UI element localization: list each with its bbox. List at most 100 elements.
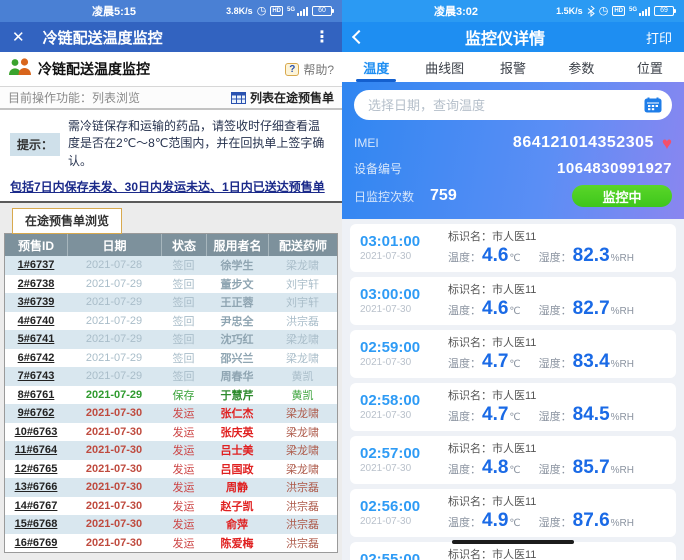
imei-value: 864121014352305 [513, 134, 654, 152]
row-status: 签回 [161, 349, 206, 368]
row-pharmacist-name: 洪宗磊 [268, 534, 337, 553]
right-title-bar: 监控仪详情 打印 [342, 22, 684, 52]
table-row: 15#6768 2021-07-30 发运 俞萍 洪宗磊 [5, 515, 337, 534]
reading-values-block: 标识名：市人医11 温度： 4.9 ℃ 湿度： 87.6 %RH [448, 493, 666, 532]
table-row: 8#6761 2021-07-29 保存 于慧芹 黄凯 [5, 386, 337, 405]
reading-time-block: 02:59:00 2021-07-30 [360, 339, 448, 368]
reading-card[interactable]: 02:58:00 2021-07-30 标识名：市人医11 温度： 4.7 ℃ … [350, 383, 676, 431]
presale-id-link[interactable]: 13#6766 [5, 478, 67, 497]
presale-id-link[interactable]: 11#6764 [5, 441, 67, 460]
row-pharmacist-name: 洪宗磊 [268, 312, 337, 331]
monitoring-status-button[interactable]: 监控中 [572, 185, 672, 207]
date-search-input[interactable] [368, 98, 644, 113]
help-label: 帮助? [303, 61, 334, 78]
presale-id-link[interactable]: 8#6761 [5, 386, 67, 405]
help-button[interactable]: ? 帮助? [285, 61, 334, 78]
home-indicator[interactable] [452, 540, 574, 544]
row-patient-name: 陈爱梅 [206, 534, 268, 553]
row-date: 2021-07-30 [67, 441, 161, 460]
temperature-unit: ℃ [509, 412, 520, 423]
presale-id-link[interactable]: 16#6769 [5, 534, 67, 553]
temperature-label: 温度： [448, 514, 481, 530]
reading-time: 02:59:00 [360, 339, 448, 356]
humidity-unit: %RH [611, 412, 634, 423]
row-patient-name: 吕国政 [206, 460, 268, 479]
row-patient-name: 张庆英 [206, 423, 268, 442]
row-pharmacist-name: 梁龙啸 [268, 330, 337, 349]
tab-item[interactable]: 温度 [342, 52, 410, 82]
tab-item[interactable]: 参数 [547, 52, 615, 82]
row-status: 发运 [161, 534, 206, 553]
presale-id-link[interactable]: 1#6737 [5, 256, 67, 275]
presale-id-link[interactable]: 10#6763 [5, 423, 67, 442]
reading-time: 03:01:00 [360, 233, 448, 250]
temperature-label: 温度： [448, 302, 481, 318]
reading-values-block: 标识名：市人医11 温度： 4.7 ℃ 湿度： 84.5 %RH [448, 387, 666, 426]
reading-card[interactable]: 02:59:00 2021-07-30 标识名：市人医11 温度： 4.7 ℃ … [350, 330, 676, 378]
tab-in-transit-presale-browse[interactable]: 在途预售单浏览 [12, 208, 122, 234]
row-patient-name: 于慧芹 [206, 386, 268, 405]
reading-card[interactable]: 02:57:00 2021-07-30 标识名：市人医11 温度： 4.8 ℃ … [350, 436, 676, 484]
tab-item[interactable]: 报警 [479, 52, 547, 82]
row-pharmacist-name: 洪宗磊 [268, 478, 337, 497]
presale-id-link[interactable]: 3#6739 [5, 293, 67, 312]
overflow-menu-icon[interactable]: ⋮ [314, 27, 330, 47]
row-status: 发运 [161, 423, 206, 442]
date-search-bar[interactable] [354, 90, 672, 120]
row-patient-name: 俞萍 [206, 515, 268, 534]
table-row: 11#6764 2021-07-30 发运 吕士美 梁龙啸 [5, 441, 337, 460]
tab-label: 报警 [500, 58, 526, 77]
reading-tag-name: 标识名：市人医11 [448, 387, 666, 403]
reading-card[interactable]: 03:00:00 2021-07-30 标识名：市人医11 温度： 4.6 ℃ … [350, 277, 676, 325]
presale-id-link[interactable]: 7#6743 [5, 367, 67, 386]
tab-label: 温度 [363, 58, 389, 77]
list-in-transit-button[interactable]: 列表在途预售单 [231, 89, 334, 106]
presale-id-link[interactable]: 9#6762 [5, 404, 67, 423]
reading-card[interactable]: 02:56:00 2021-07-30 标识名：市人医11 温度： 4.9 ℃ … [350, 489, 676, 537]
row-status: 发运 [161, 441, 206, 460]
tab-item[interactable]: 曲线图 [410, 52, 478, 82]
presale-id-link[interactable]: 15#6768 [5, 515, 67, 534]
right-phone-monitor-detail: 凌晨3:02 1.5K/s ◷ HD 5G 69 监控仪详情 打印 温度 [342, 0, 684, 560]
humidity-unit: %RH [611, 253, 634, 264]
row-patient-name: 周静 [206, 478, 268, 497]
reading-date: 2021-07-30 [360, 357, 448, 368]
presale-id-link[interactable]: 12#6765 [5, 460, 67, 479]
print-button[interactable]: 打印 [646, 28, 672, 47]
reading-time-block: 03:01:00 2021-07-30 [360, 233, 448, 262]
presale-id-link[interactable]: 2#6738 [5, 275, 67, 294]
presale-id-link[interactable]: 5#6741 [5, 330, 67, 349]
row-date: 2021-07-30 [67, 534, 161, 553]
row-pharmacist-name: 黄凯 [268, 367, 337, 386]
reading-card[interactable]: 02:55:00 2021-07-30 标识名：市人医11 温度： 5.0 ℃ … [350, 542, 676, 560]
presale-id-link[interactable]: 6#6742 [5, 349, 67, 368]
heart-favorite-icon[interactable]: ♥ [662, 135, 672, 152]
humidity-label: 湿度： [539, 302, 572, 318]
humidity-unit: %RH [611, 465, 634, 476]
reading-tag-name: 标识名：市人医11 [448, 546, 666, 560]
presale-id-link[interactable]: 14#6767 [5, 497, 67, 516]
row-status: 发运 [161, 497, 206, 516]
temperature-label: 温度： [448, 355, 481, 371]
scope-link[interactable]: 包括7日内保存未发、30日内发运未达、1日内已送达预售单 [0, 176, 342, 201]
row-date: 2021-07-30 [67, 404, 161, 423]
calendar-icon[interactable] [644, 97, 662, 113]
col-header-status: 状态 [161, 234, 206, 256]
reading-time: 02:58:00 [360, 392, 448, 409]
presale-id-link[interactable]: 4#6740 [5, 312, 67, 331]
tab-item[interactable]: 位置 [616, 52, 684, 82]
close-icon[interactable]: ✕ [12, 28, 25, 46]
row-date: 2021-07-29 [67, 349, 161, 368]
reading-time-block: 02:57:00 2021-07-30 [360, 445, 448, 474]
row-status: 发运 [161, 478, 206, 497]
reading-date: 2021-07-30 [360, 304, 448, 315]
row-date: 2021-07-29 [67, 330, 161, 349]
tip-box: 提示： 需冷链保存和运输的药品，请签收时仔细查看温度是否在2℃～8℃范围内，并在… [0, 110, 342, 176]
reading-card[interactable]: 03:01:00 2021-07-30 标识名：市人医11 温度： 4.6 ℃ … [350, 224, 676, 272]
current-function-label: 目前操作功能：列表浏览 [8, 89, 140, 106]
battery-icon: 69 [654, 6, 676, 16]
row-date: 2021-07-29 [67, 386, 161, 405]
table-row: 1#6737 2021-07-28 签回 徐学生 梁龙啸 [5, 256, 337, 275]
imei-row: IMEI 864121014352305 ♥ [354, 134, 672, 152]
two-phone-screenshots: 凌晨5:15 3.8K/s ◷ HD 5G 60 ✕ 冷链配送温度监控 ⋮ 冷链… [0, 0, 684, 560]
